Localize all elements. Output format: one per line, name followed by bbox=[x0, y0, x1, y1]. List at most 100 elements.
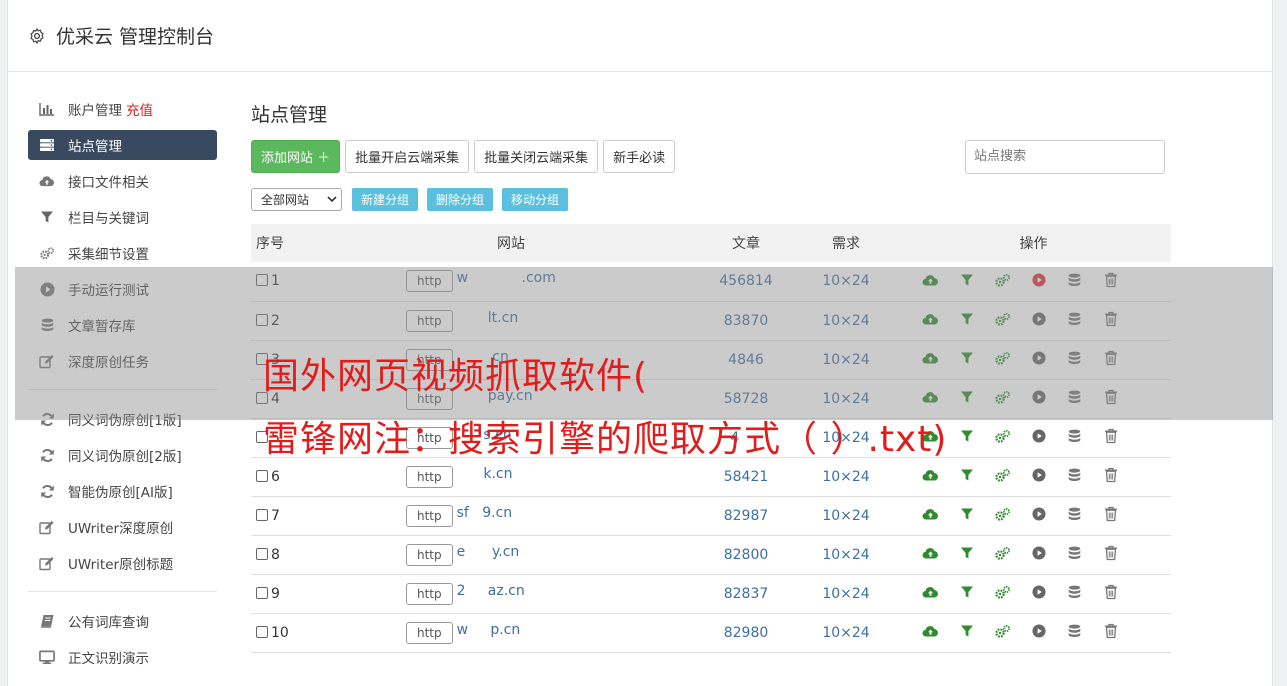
site-domain-link[interactable]: w p.cn bbox=[457, 622, 521, 638]
cloud-upload-icon[interactable] bbox=[922, 311, 939, 328]
site-domain-link[interactable]: e y.cn bbox=[457, 544, 520, 560]
row-checkbox[interactable] bbox=[256, 508, 268, 521]
sidebar-item[interactable]: 公有词库查询 bbox=[28, 606, 217, 636]
row-checkbox[interactable] bbox=[256, 547, 268, 560]
gears-icon[interactable] bbox=[994, 350, 1011, 367]
article-count[interactable]: 83870 bbox=[696, 301, 796, 340]
sidebar-item[interactable]: UWriter原创标题 bbox=[28, 548, 217, 578]
database-icon[interactable] bbox=[1066, 623, 1083, 640]
database-icon[interactable] bbox=[1066, 545, 1083, 562]
filter-icon[interactable] bbox=[958, 389, 975, 406]
site-search-input[interactable] bbox=[965, 139, 1165, 174]
site-domain-link[interactable]: k.cn bbox=[457, 466, 512, 482]
http-badge[interactable]: http bbox=[406, 621, 453, 644]
sidebar-item[interactable]: 手动运行测试 bbox=[28, 274, 217, 304]
database-icon[interactable] bbox=[1066, 350, 1083, 367]
sidebar-item[interactable]: 采集细节设置 bbox=[28, 238, 217, 268]
cloud-upload-icon[interactable] bbox=[922, 545, 939, 562]
http-badge[interactable]: http bbox=[406, 543, 453, 566]
batch-open-cloud-button[interactable]: 批量开启云端采集 bbox=[345, 140, 470, 173]
filter-icon[interactable] bbox=[958, 272, 975, 289]
sidebar-item[interactable]: 同义词伪原创[2版] bbox=[28, 440, 217, 470]
move-group-button[interactable]: 移动分组 bbox=[502, 187, 569, 211]
sidebar-item[interactable]: 账户管理 充值 bbox=[28, 94, 217, 124]
sidebar-item[interactable]: 深度原创任务 bbox=[28, 346, 217, 376]
trash-icon[interactable] bbox=[1102, 545, 1119, 562]
filter-icon[interactable] bbox=[958, 623, 975, 640]
gears-icon[interactable] bbox=[994, 584, 1011, 601]
article-count[interactable]: 82837 bbox=[696, 574, 796, 613]
cloud-upload-icon[interactable] bbox=[922, 623, 939, 640]
row-checkbox[interactable] bbox=[256, 313, 268, 326]
newbie-guide-button[interactable]: 新手必读 bbox=[603, 140, 676, 173]
article-count[interactable]: 82980 bbox=[696, 613, 796, 652]
filter-icon[interactable] bbox=[958, 584, 975, 601]
site-domain-link[interactable]: lt.cn bbox=[457, 310, 518, 326]
play-circle-icon[interactable] bbox=[1030, 389, 1047, 406]
sidebar-item[interactable]: UWriter深度原创 bbox=[28, 512, 217, 542]
filter-icon[interactable] bbox=[958, 428, 975, 445]
row-checkbox[interactable] bbox=[256, 625, 268, 638]
sidebar-item[interactable]: 同义词伪原创[1版] bbox=[28, 404, 217, 434]
site-filter-select[interactable]: 全部网站 bbox=[251, 187, 342, 211]
play-circle-icon[interactable] bbox=[1030, 467, 1047, 484]
database-icon[interactable] bbox=[1066, 272, 1083, 289]
play-circle-icon[interactable] bbox=[1030, 350, 1047, 367]
gears-icon[interactable] bbox=[994, 467, 1011, 484]
trash-icon[interactable] bbox=[1102, 389, 1119, 406]
database-icon[interactable] bbox=[1066, 311, 1083, 328]
play-circle-icon[interactable] bbox=[1030, 506, 1047, 523]
gears-icon[interactable] bbox=[994, 545, 1011, 562]
play-circle-icon[interactable] bbox=[1030, 428, 1047, 445]
gears-icon[interactable] bbox=[994, 623, 1011, 640]
cloud-upload-icon[interactable] bbox=[922, 467, 939, 484]
filter-icon[interactable] bbox=[958, 311, 975, 328]
trash-icon[interactable] bbox=[1102, 428, 1119, 445]
http-badge[interactable]: http bbox=[406, 504, 453, 527]
row-checkbox[interactable] bbox=[256, 469, 268, 482]
gears-icon[interactable] bbox=[994, 506, 1011, 523]
trash-icon[interactable] bbox=[1102, 623, 1119, 640]
site-domain-link[interactable]: sf 9.cn bbox=[457, 505, 513, 521]
site-domain-link[interactable]: 2 az.cn bbox=[457, 583, 525, 599]
play-circle-icon[interactable] bbox=[1030, 311, 1047, 328]
filter-icon[interactable] bbox=[958, 350, 975, 367]
sidebar-item[interactable]: 正文识别演示 bbox=[28, 642, 217, 672]
cloud-upload-icon[interactable] bbox=[922, 272, 939, 289]
database-icon[interactable] bbox=[1066, 506, 1083, 523]
filter-icon[interactable] bbox=[958, 506, 975, 523]
http-badge[interactable]: http bbox=[406, 465, 453, 488]
trash-icon[interactable] bbox=[1102, 506, 1119, 523]
gears-icon[interactable] bbox=[994, 389, 1011, 406]
recharge-link[interactable]: 充值 bbox=[126, 99, 153, 119]
database-icon[interactable] bbox=[1066, 584, 1083, 601]
cloud-upload-icon[interactable] bbox=[922, 389, 939, 406]
trash-icon[interactable] bbox=[1102, 467, 1119, 484]
http-badge[interactable]: http bbox=[406, 270, 453, 293]
gears-icon[interactable] bbox=[994, 272, 1011, 289]
http-badge[interactable]: http bbox=[406, 309, 453, 332]
sidebar-item[interactable]: 栏目与关键词 bbox=[28, 202, 217, 232]
delete-group-button[interactable]: 删除分组 bbox=[427, 187, 494, 211]
database-icon[interactable] bbox=[1066, 389, 1083, 406]
trash-icon[interactable] bbox=[1102, 311, 1119, 328]
row-checkbox[interactable] bbox=[256, 586, 268, 599]
row-checkbox[interactable] bbox=[256, 274, 268, 287]
new-group-button[interactable]: 新建分组 bbox=[352, 187, 419, 211]
sidebar-item[interactable]: 站点管理 bbox=[28, 130, 217, 160]
play-circle-icon[interactable] bbox=[1030, 272, 1047, 289]
sidebar-item[interactable]: 接口文件相关 bbox=[28, 166, 217, 196]
http-badge[interactable]: http bbox=[406, 582, 453, 605]
article-count[interactable]: 4846 bbox=[696, 340, 796, 379]
trash-icon[interactable] bbox=[1102, 272, 1119, 289]
article-count[interactable]: 82987 bbox=[696, 496, 796, 535]
cloud-upload-icon[interactable] bbox=[922, 584, 939, 601]
article-count[interactable]: 82800 bbox=[696, 535, 796, 574]
cloud-upload-icon[interactable] bbox=[922, 350, 939, 367]
article-count[interactable]: 456814 bbox=[696, 262, 796, 301]
trash-icon[interactable] bbox=[1102, 584, 1119, 601]
article-count[interactable]: 58421 bbox=[696, 457, 796, 496]
sidebar-item[interactable]: 智能伪原创[AI版] bbox=[28, 476, 217, 506]
gears-icon[interactable] bbox=[994, 428, 1011, 445]
play-circle-icon[interactable] bbox=[1030, 623, 1047, 640]
